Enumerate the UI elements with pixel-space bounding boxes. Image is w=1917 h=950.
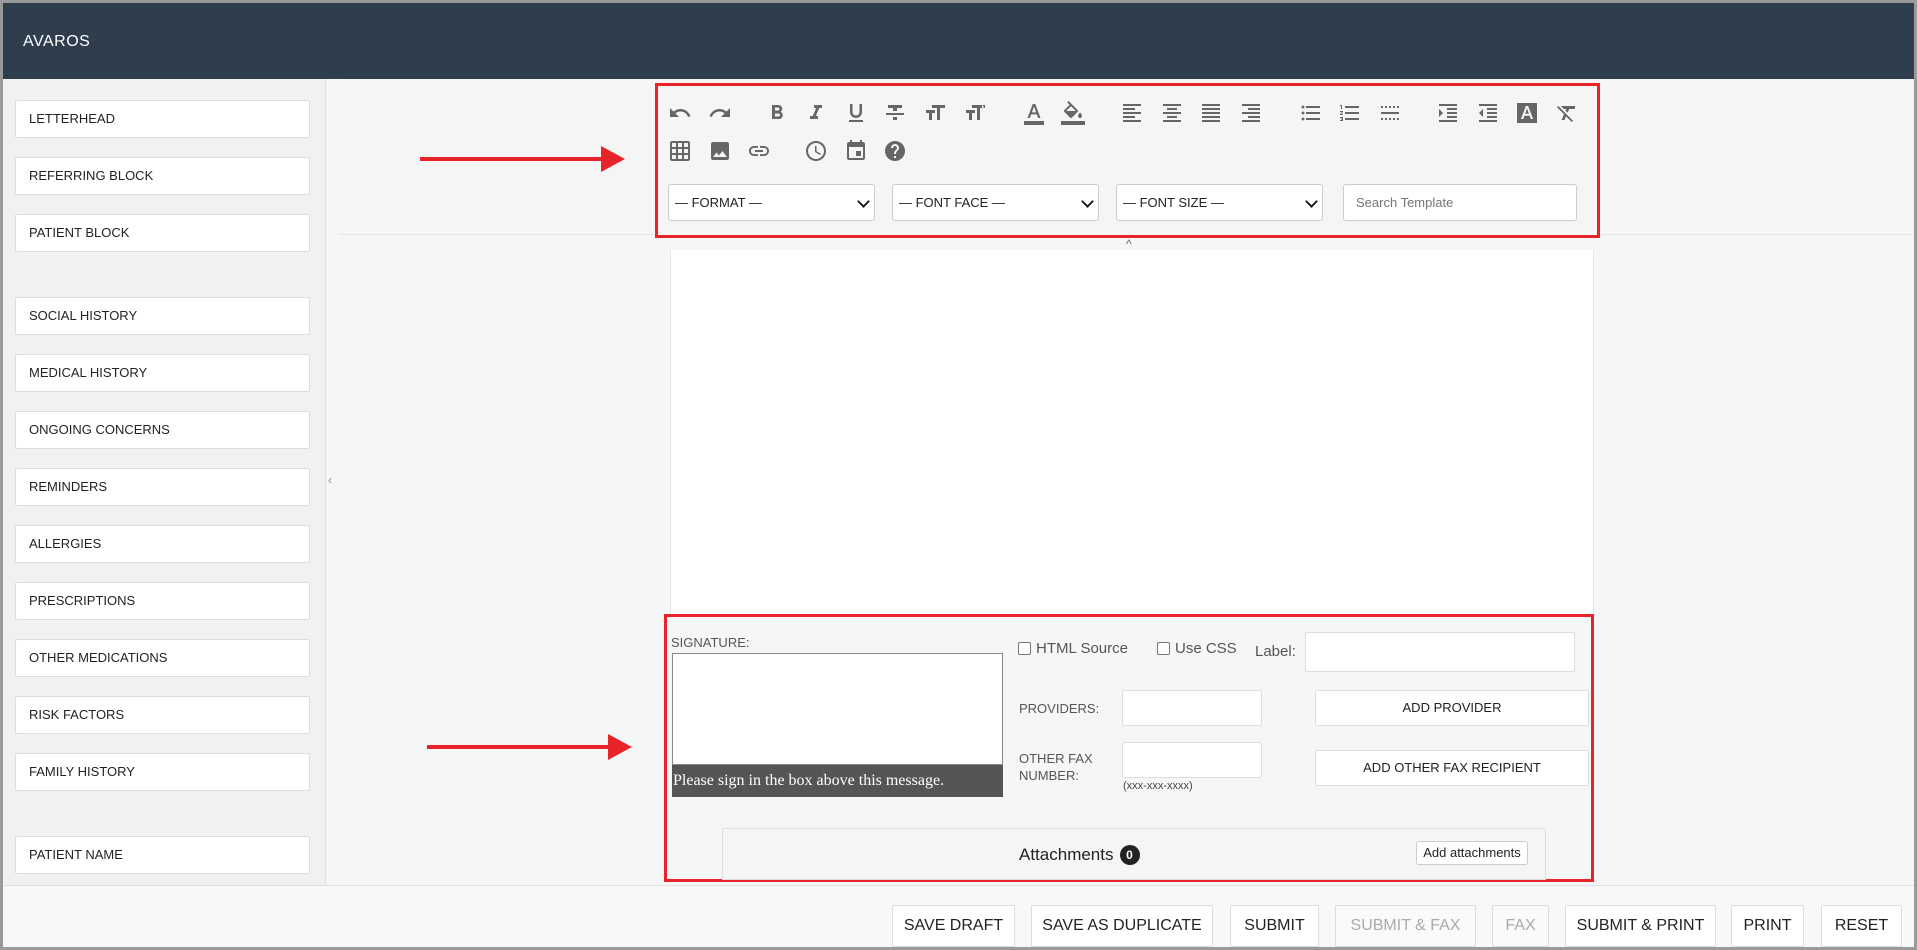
signature-and-recipients-panel: SIGNATURE: Please sign in the box above … bbox=[664, 614, 1594, 882]
submit-and-fax-button[interactable]: SUBMIT & FAX bbox=[1335, 905, 1476, 947]
search-template-input[interactable] bbox=[1343, 184, 1577, 221]
clear-format-icon[interactable] bbox=[1552, 98, 1582, 128]
font-color-icon[interactable] bbox=[1019, 98, 1049, 128]
label-input[interactable] bbox=[1305, 632, 1575, 672]
sidebar-item-medical-history[interactable]: MEDICAL HISTORY bbox=[15, 354, 310, 392]
attachments-title: Attachments 0 bbox=[1019, 845, 1140, 865]
text-background-icon[interactable] bbox=[1512, 98, 1542, 128]
sidebar-collapse-handle[interactable]: ‹ bbox=[326, 79, 338, 885]
format-select-value: — FORMAT — bbox=[675, 195, 762, 210]
chevron-down-icon bbox=[1305, 195, 1318, 208]
signature-message: Please sign in the box above this messag… bbox=[672, 765, 1003, 797]
font-face-select[interactable]: — FONT FACE — bbox=[892, 184, 1099, 221]
use-css-checkbox[interactable]: Use CSS bbox=[1157, 640, 1237, 657]
top-bar: AVAROS bbox=[3, 3, 1914, 79]
numbered-list-icon[interactable] bbox=[1335, 98, 1365, 128]
attachments-label: Attachments bbox=[1019, 845, 1114, 864]
redo-icon[interactable] bbox=[705, 98, 735, 128]
footer-action-bar: SAVE DRAFT SAVE AS DUPLICATE SUBMIT SUBM… bbox=[3, 885, 1914, 947]
fill-color-icon[interactable] bbox=[1058, 98, 1088, 128]
italic-icon[interactable] bbox=[801, 98, 831, 128]
link-icon[interactable] bbox=[744, 136, 774, 166]
checkbox-box[interactable] bbox=[1157, 642, 1170, 655]
chevron-down-icon bbox=[857, 195, 870, 208]
bullet-list-icon[interactable] bbox=[1296, 98, 1326, 128]
sidebar-item-prescriptions[interactable]: PRESCRIPTIONS bbox=[15, 582, 310, 620]
label-field-label: Label: bbox=[1255, 643, 1296, 660]
align-center-icon[interactable] bbox=[1157, 98, 1187, 128]
sidebar-item-family-history[interactable]: FAMILY HISTORY bbox=[15, 753, 310, 791]
app-brand: AVAROS bbox=[23, 33, 91, 50]
outdent-icon[interactable] bbox=[1473, 98, 1503, 128]
text-height-icon[interactable] bbox=[960, 98, 990, 128]
signature-pad[interactable] bbox=[672, 653, 1003, 765]
submit-and-print-button[interactable]: SUBMIT & PRINT bbox=[1565, 905, 1716, 947]
strikethrough-icon[interactable] bbox=[880, 98, 910, 128]
other-fax-number-label-line2: NUMBER: bbox=[1019, 768, 1079, 783]
chevron-down-icon bbox=[1081, 195, 1094, 208]
other-fax-number-input[interactable] bbox=[1122, 742, 1262, 778]
sidebar-item-other-medications[interactable]: OTHER MEDICATIONS bbox=[15, 639, 310, 677]
text-size-icon[interactable] bbox=[920, 98, 950, 128]
use-css-label: Use CSS bbox=[1175, 640, 1237, 657]
editor-toolbar: — FORMAT — — FONT FACE — — FONT SIZE — bbox=[655, 83, 1600, 238]
font-size-select-value: — FONT SIZE — bbox=[1123, 195, 1224, 210]
attachments-count-badge: 0 bbox=[1119, 845, 1140, 865]
align-justify-icon[interactable] bbox=[1196, 98, 1226, 128]
font-size-select[interactable]: — FONT SIZE — bbox=[1116, 184, 1323, 221]
sidebar-item-allergies[interactable]: ALLERGIES bbox=[15, 525, 310, 563]
format-select[interactable]: — FORMAT — bbox=[668, 184, 875, 221]
print-button[interactable]: PRINT bbox=[1731, 905, 1804, 947]
attachments-bar: Attachments 0 Add attachments bbox=[722, 828, 1546, 880]
calendar-icon[interactable] bbox=[841, 136, 871, 166]
horizontal-rule-icon[interactable] bbox=[1375, 98, 1405, 128]
clock-icon[interactable] bbox=[801, 136, 831, 166]
sidebar-item-ongoing-concerns[interactable]: ONGOING CONCERNS bbox=[15, 411, 310, 449]
undo-icon[interactable] bbox=[665, 98, 695, 128]
align-left-icon[interactable] bbox=[1117, 98, 1147, 128]
reset-button[interactable]: RESET bbox=[1821, 905, 1902, 947]
align-right-icon[interactable] bbox=[1236, 98, 1266, 128]
bold-icon[interactable] bbox=[762, 98, 792, 128]
underline-icon[interactable] bbox=[841, 98, 871, 128]
sidebar: LETTERHEAD REFERRING BLOCK PATIENT BLOCK… bbox=[3, 79, 326, 885]
chevron-left-icon: ‹ bbox=[328, 473, 332, 487]
checkbox-box[interactable] bbox=[1018, 642, 1031, 655]
save-as-duplicate-button[interactable]: SAVE AS DUPLICATE bbox=[1031, 905, 1213, 947]
html-source-label: HTML Source bbox=[1036, 640, 1128, 657]
annotation-arrow-panel bbox=[427, 734, 632, 760]
table-icon[interactable] bbox=[665, 136, 695, 166]
providers-input[interactable] bbox=[1122, 690, 1262, 726]
help-icon[interactable] bbox=[880, 136, 910, 166]
other-fax-number-label-line1: OTHER FAX bbox=[1019, 751, 1093, 766]
sidebar-item-referring-block[interactable]: REFERRING BLOCK bbox=[15, 157, 310, 195]
font-face-select-value: — FONT FACE — bbox=[899, 195, 1005, 210]
signature-label: SIGNATURE: bbox=[671, 635, 750, 650]
image-icon[interactable] bbox=[705, 136, 735, 166]
providers-label: PROVIDERS: bbox=[1019, 701, 1100, 716]
submit-button[interactable]: SUBMIT bbox=[1230, 905, 1319, 947]
chevron-up-icon[interactable]: ^ bbox=[1126, 237, 1132, 251]
annotation-arrow-toolbar bbox=[420, 146, 625, 172]
add-other-fax-recipient-button[interactable]: ADD OTHER FAX RECIPIENT bbox=[1315, 750, 1589, 786]
app-window: AVAROS LETTERHEAD REFERRING BLOCK PATIEN… bbox=[0, 0, 1917, 950]
add-provider-button[interactable]: ADD PROVIDER bbox=[1315, 690, 1589, 726]
fax-button[interactable]: FAX bbox=[1492, 905, 1549, 947]
editor-content-area[interactable] bbox=[670, 250, 1594, 616]
save-draft-button[interactable]: SAVE DRAFT bbox=[892, 905, 1015, 947]
sidebar-item-patient-name[interactable]: PATIENT NAME bbox=[15, 836, 310, 874]
add-attachments-button[interactable]: Add attachments bbox=[1416, 841, 1528, 865]
indent-icon[interactable] bbox=[1433, 98, 1463, 128]
sidebar-item-letterhead[interactable]: LETTERHEAD bbox=[15, 100, 310, 138]
sidebar-item-patient-block[interactable]: PATIENT BLOCK bbox=[15, 214, 310, 252]
fax-number-hint: (xxx-xxx-xxxx) bbox=[1123, 780, 1193, 792]
html-source-checkbox[interactable]: HTML Source bbox=[1018, 640, 1128, 657]
sidebar-item-risk-factors[interactable]: RISK FACTORS bbox=[15, 696, 310, 734]
sidebar-item-reminders[interactable]: REMINDERS bbox=[15, 468, 310, 506]
sidebar-item-social-history[interactable]: SOCIAL HISTORY bbox=[15, 297, 310, 335]
